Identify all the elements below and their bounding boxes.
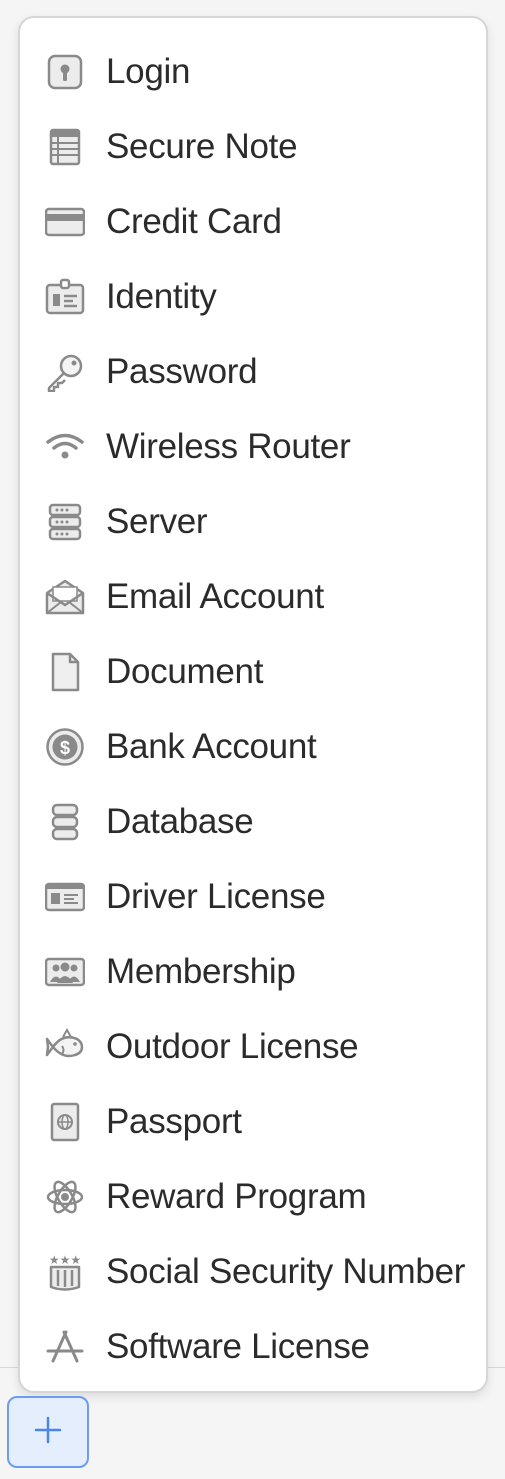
database-icon: [44, 801, 86, 843]
menu-item-label: Outdoor License: [106, 1026, 359, 1066]
login-icon: [44, 51, 86, 93]
menu-item-label: Database: [106, 801, 254, 841]
menu-item-label: Wireless Router: [106, 426, 351, 466]
menu-item-database[interactable]: Database: [20, 784, 486, 859]
menu-item-label: Server: [106, 501, 208, 541]
menu-item-reward-program[interactable]: Reward Program: [20, 1159, 486, 1234]
fish-icon: [44, 1026, 86, 1068]
new-item-menu: Login Secure Note Credit Card Identity P: [18, 16, 488, 1393]
menu-item-social-security-number[interactable]: ★★★ Social Security Number: [20, 1234, 486, 1309]
menu-item-email-account[interactable]: Email Account: [20, 559, 486, 634]
document-icon: [44, 651, 86, 693]
software-license-icon: [44, 1326, 86, 1368]
menu-item-label: Membership: [106, 951, 296, 991]
menu-item-document[interactable]: Document: [20, 634, 486, 709]
plus-icon: [33, 1415, 63, 1450]
menu-item-outdoor-license[interactable]: Outdoor License: [20, 1009, 486, 1084]
passport-icon: [44, 1101, 86, 1143]
menu-item-software-license[interactable]: Software License: [20, 1309, 486, 1384]
menu-item-password[interactable]: Password: [20, 334, 486, 409]
bank-account-icon: $: [44, 726, 86, 768]
menu-item-label: Email Account: [106, 576, 324, 616]
menu-item-server[interactable]: Server: [20, 484, 486, 559]
menu-item-label: Secure Note: [106, 126, 298, 166]
menu-item-label: Reward Program: [106, 1176, 367, 1216]
social-security-icon: ★★★: [44, 1251, 86, 1293]
add-item-button[interactable]: [7, 1396, 89, 1468]
identity-icon: [44, 276, 86, 318]
menu-item-label: Password: [106, 351, 258, 391]
menu-item-driver-license[interactable]: Driver License: [20, 859, 486, 934]
menu-item-label: Identity: [106, 276, 217, 316]
email-icon: [44, 576, 86, 618]
menu-item-label: Software License: [106, 1326, 370, 1366]
menu-item-credit-card[interactable]: Credit Card: [20, 184, 486, 259]
menu-item-identity[interactable]: Identity: [20, 259, 486, 334]
menu-item-label: Login: [106, 51, 191, 91]
driver-license-icon: [44, 876, 86, 918]
membership-icon: [44, 951, 86, 993]
menu-item-secure-note[interactable]: Secure Note: [20, 109, 486, 184]
menu-item-login[interactable]: Login: [20, 34, 486, 109]
svg-text:$: $: [60, 738, 70, 758]
menu-item-label: Bank Account: [106, 726, 317, 766]
server-icon: [44, 501, 86, 543]
menu-item-wireless-router[interactable]: Wireless Router: [20, 409, 486, 484]
menu-item-membership[interactable]: Membership: [20, 934, 486, 1009]
password-key-icon: [44, 351, 86, 393]
menu-item-label: Social Security Number: [106, 1251, 466, 1291]
wifi-icon: [44, 426, 86, 468]
svg-text:★★★: ★★★: [49, 1253, 81, 1267]
reward-program-icon: [44, 1176, 86, 1218]
credit-card-icon: [44, 201, 86, 243]
secure-note-icon: [44, 126, 86, 168]
menu-item-label: Document: [106, 651, 264, 691]
menu-item-label: Passport: [106, 1101, 242, 1141]
menu-item-label: Driver License: [106, 876, 326, 916]
menu-item-bank-account[interactable]: $ Bank Account: [20, 709, 486, 784]
app-window: Login Secure Note Credit Card Identity P: [0, 0, 505, 1479]
menu-item-label: Credit Card: [106, 201, 282, 241]
menu-item-passport[interactable]: Passport: [20, 1084, 486, 1159]
